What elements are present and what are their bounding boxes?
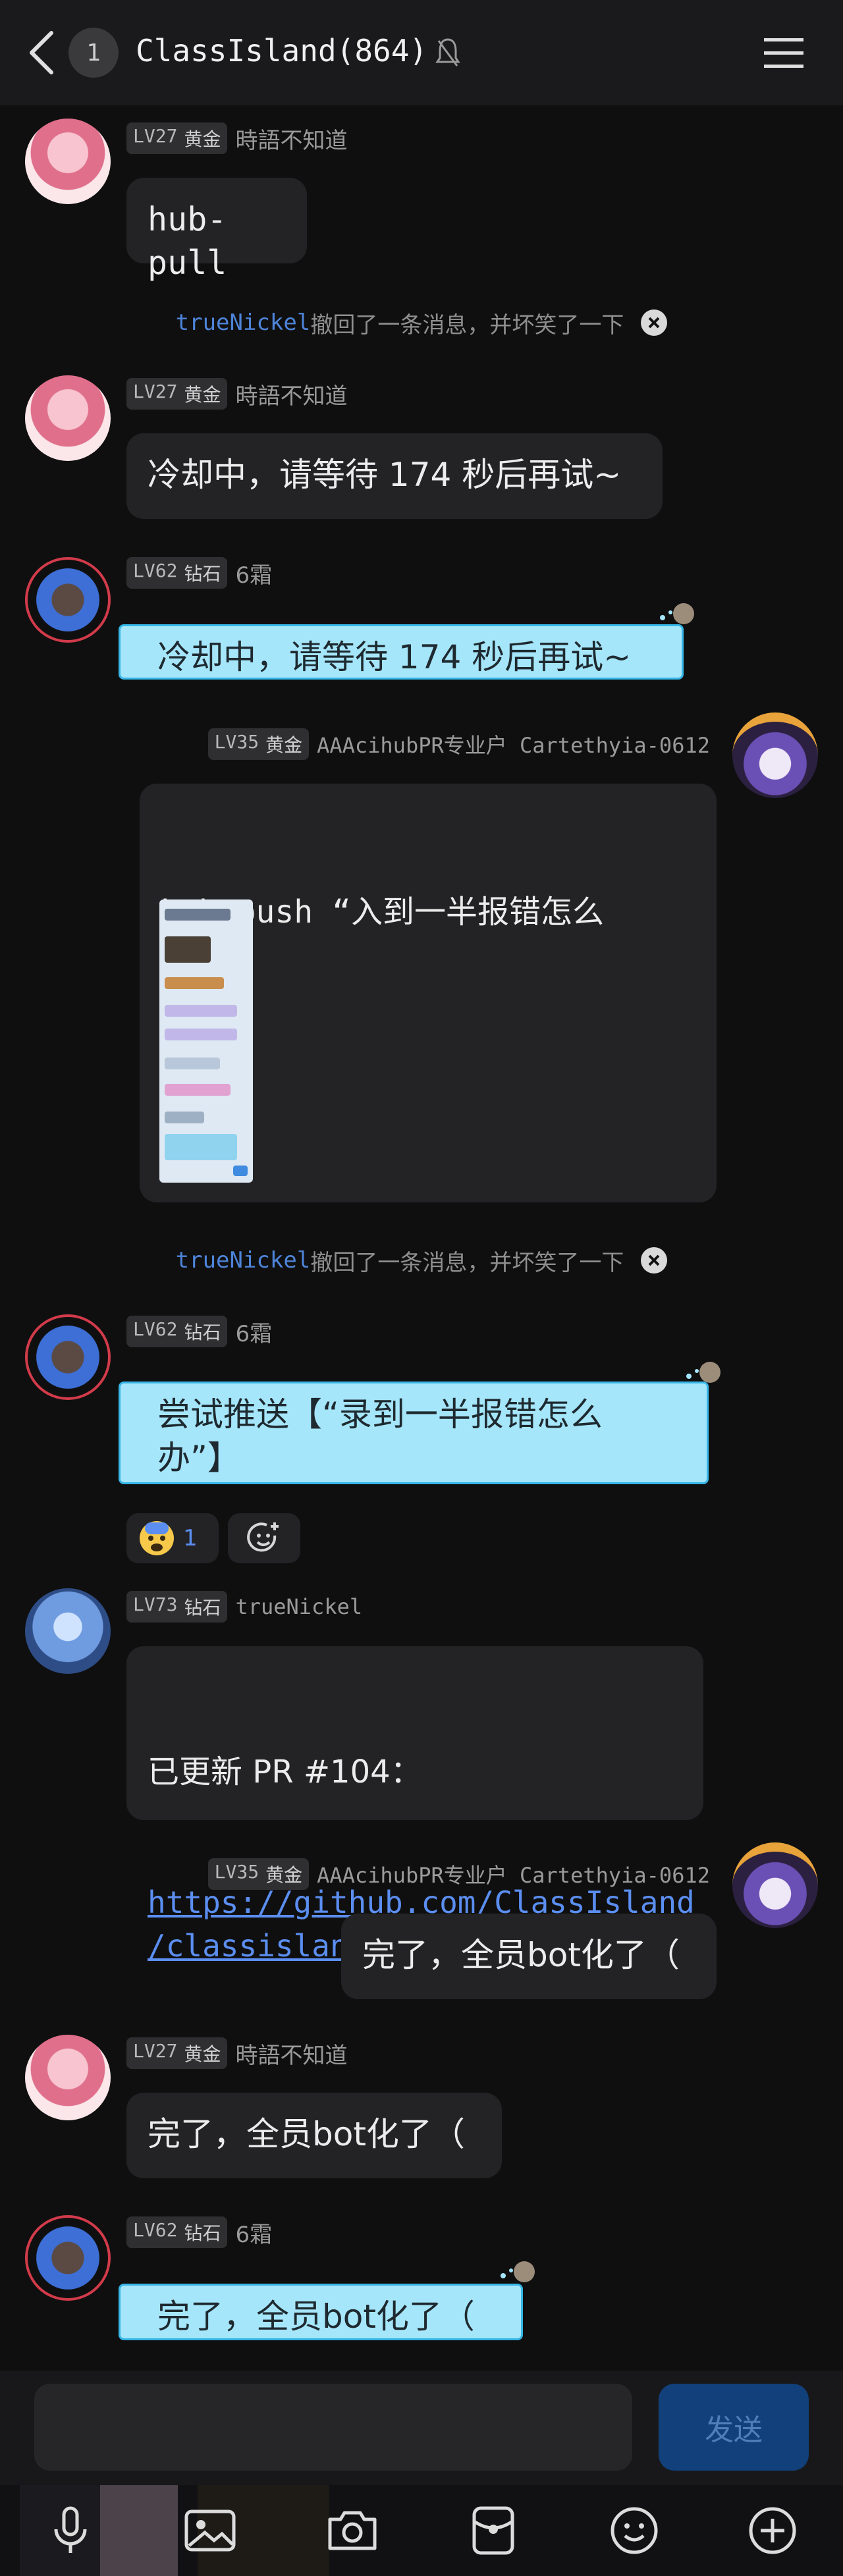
send-button[interactable]: 发送 (659, 2384, 809, 2471)
avatar-shiyu[interactable] (25, 119, 111, 204)
recall-text: 撤回了一条消息，并坏笑了一下 (310, 1249, 624, 1276)
sender-name[interactable]: AAAcihubPR专业户 Cartethyia-0612 (317, 1859, 710, 1889)
message-bubble[interactable]: hub-pull (126, 178, 307, 282)
avatar-shiyu[interactable] (25, 375, 111, 461)
message-meta: LV35 黄金 AAAcihubPR专业户 Cartethyia-0612 (195, 728, 710, 760)
menu-icon[interactable] (764, 36, 803, 70)
message-bubble[interactable]: 已更新 PR #104： https://github.com/ClassIsl… (126, 1646, 703, 1964)
avatar-6shuang[interactable] (25, 2215, 111, 2301)
sender-name[interactable]: AAAcihubPR专业户 Cartethyia-0612 (317, 729, 710, 759)
screenshot-thumbnail[interactable] (159, 899, 253, 1183)
bot-message-bubble[interactable]: 尝试推送【“录到一半报错怎么 办”】 (119, 1382, 709, 1484)
add-emoji-icon (247, 1522, 279, 1552)
sender-name[interactable]: 6霜 (235, 2216, 272, 2249)
bottom-toolbar (0, 2485, 843, 2576)
microphone-icon (54, 2506, 87, 2553)
level-badge: LV62 钻石 (126, 2216, 228, 2248)
anxious-face-emoji-icon (140, 1521, 174, 1555)
message-meta: LV62 钻石 6霜 (126, 1316, 272, 1347)
chat-header: 1 ClassIsland(864) (0, 0, 843, 105)
bot-message-bubble[interactable]: 完了，全员bot化了（ (119, 2284, 523, 2340)
level-badge: LV73 钻石 (126, 1591, 228, 1623)
sparkle-character-icon (501, 2261, 535, 2282)
camera-button[interactable] (323, 2501, 382, 2560)
add-reaction-button[interactable] (228, 1513, 300, 1563)
chat-title[interactable]: ClassIsland(864) (136, 33, 427, 68)
sender-name[interactable]: 時語不知道 (235, 378, 347, 410)
sender-name[interactable]: 時語不知道 (235, 2037, 347, 2070)
voice-button[interactable] (41, 2501, 100, 2560)
recall-user[interactable]: trueNickel (176, 309, 311, 336)
message-meta: LV35 黄金 AAAcihubPR专业户 Cartethyia-0612 (195, 1858, 710, 1890)
level-badge: LV35 黄金 (207, 728, 310, 760)
reaction-count: 1 (183, 1525, 198, 1551)
image-icon (184, 2509, 236, 2552)
red-packet-icon (472, 2506, 514, 2555)
message-bubble[interactable]: 完了，全员bot化了（ (341, 1914, 717, 1999)
sparkle-character-icon (660, 603, 694, 624)
message-meta: LV27 黄金 時語不知道 (126, 378, 347, 410)
bot-message-bubble[interactable]: 冷却中，请等待 174 秒后再试~ (119, 624, 684, 680)
level-badge: LV35 黄金 (207, 1858, 310, 1890)
close-icon[interactable] (641, 1247, 668, 1274)
more-button[interactable] (743, 2501, 802, 2560)
level-badge: LV27 黄金 (126, 122, 228, 154)
sender-name[interactable]: trueNickel (235, 1594, 362, 1619)
recall-text: 撤回了一条消息，并坏笑了一下 (310, 311, 624, 338)
sender-name[interactable]: 6霜 (235, 1316, 272, 1348)
avatar-truenickel[interactable] (25, 1588, 111, 1674)
mute-bell-icon (435, 38, 460, 67)
sender-name[interactable]: 時語不知道 (235, 122, 347, 155)
image-button[interactable] (180, 2501, 240, 2560)
unread-count-badge[interactable]: 1 (68, 28, 119, 78)
avatar-cartethyia[interactable] (732, 712, 818, 798)
recall-user[interactable]: trueNickel (176, 1247, 311, 1274)
recall-notice: trueNickel 撤回了一条消息，并坏笑了一下 (0, 303, 843, 342)
message-meta: LV73 钻石 trueNickel (126, 1591, 362, 1623)
avatar-cartethyia[interactable] (732, 1842, 818, 1928)
emoji-button[interactable] (605, 2501, 664, 2560)
message-composer: 发送 (0, 2371, 843, 2485)
sender-name[interactable]: 6霜 (235, 557, 272, 589)
reaction-chip[interactable]: 1 (126, 1513, 219, 1563)
message-meta: LV62 钻石 6霜 (126, 2216, 272, 2248)
avatar-shiyu[interactable] (25, 2035, 111, 2120)
level-badge: LV62 钻石 (126, 1316, 228, 1347)
level-badge: LV62 钻石 (126, 557, 228, 589)
smiley-icon (611, 2507, 658, 2554)
back-arrow-icon[interactable] (26, 29, 58, 76)
camera-icon (328, 2511, 377, 2550)
red-packet-button[interactable] (464, 2501, 523, 2560)
level-badge: LV27 黄金 (126, 378, 228, 410)
close-icon[interactable] (641, 309, 668, 336)
plus-circle-icon (749, 2507, 796, 2554)
avatar-6shuang[interactable] (25, 1314, 111, 1400)
message-input[interactable] (34, 2384, 632, 2471)
background-strip (100, 2485, 178, 2576)
message-text: 已更新 PR #104： (148, 1754, 422, 1790)
message-bubble[interactable]: 冷却中，请等待 174 秒后再试~ (126, 433, 663, 519)
message-meta: LV62 钻石 6霜 (126, 557, 272, 589)
message-meta: LV27 黄金 時語不知道 (126, 122, 347, 154)
avatar-6shuang[interactable] (25, 557, 111, 643)
sparkle-character-icon (686, 1362, 721, 1383)
message-bubble[interactable]: 完了，全员bot化了（ (126, 2093, 502, 2178)
level-badge: LV27 黄金 (126, 2037, 228, 2069)
recall-notice: trueNickel 撤回了一条消息，并坏笑了一下 (0, 1241, 843, 1280)
message-meta: LV27 黄金 時語不知道 (126, 2037, 347, 2069)
